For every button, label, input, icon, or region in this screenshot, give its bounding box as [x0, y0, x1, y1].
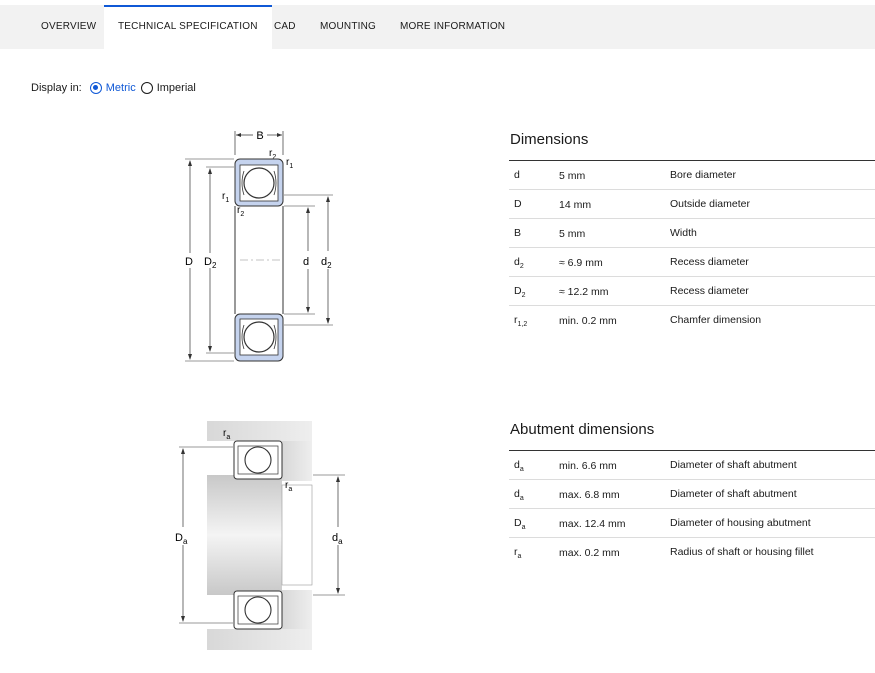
tab-overview[interactable]: Overview — [41, 5, 96, 49]
row-description: Recess diameter — [670, 285, 749, 297]
dim-label-D: D — [185, 256, 193, 268]
tab-more-information[interactable]: More information — [400, 5, 505, 49]
dimensions-table: d 5 mm Bore diameter D 14 mm Outside dia… — [509, 160, 875, 335]
abutment-dimensions-table: da min. 6.6 mm Diameter of shaft abutmen… — [509, 450, 875, 567]
abutment-dimensions-title: Abutment dimensions — [510, 421, 655, 438]
dim-label-r1-left: r1 — [222, 191, 229, 204]
table-row: d2 ≈ 6.9 mm Recess diameter — [509, 248, 875, 277]
metric-radio-label: Metric — [105, 82, 136, 94]
row-value: ≈ 6.9 mm — [559, 257, 603, 269]
row-description: Recess diameter — [670, 256, 749, 268]
tab-bar: Overview Technical specification CAD Mou… — [0, 5, 875, 49]
row-symbol: d2 — [514, 256, 524, 271]
row-symbol: ra — [514, 546, 522, 561]
row-symbol: d — [514, 169, 520, 181]
dim-label-D2: D2 — [204, 256, 217, 270]
dim-label-da: da — [332, 532, 343, 546]
row-description: Radius of shaft or housing fillet — [670, 546, 814, 558]
dimensions-title: Dimensions — [510, 131, 589, 148]
dim-label-r2-inner: r2 — [237, 205, 244, 218]
row-value: min. 0.2 mm — [559, 315, 617, 327]
row-description: Diameter of shaft abutment — [670, 488, 797, 500]
metric-radio[interactable]: Metric — [89, 82, 136, 94]
table-row: d 5 mm Bore diameter — [509, 161, 875, 190]
radio-circle-icon — [89, 82, 102, 94]
row-symbol: r1,2 — [514, 314, 528, 329]
imperial-radio[interactable]: Imperial — [140, 82, 196, 94]
row-value: max. 6.8 mm — [559, 489, 620, 501]
row-symbol: B — [514, 227, 522, 239]
tab-mounting[interactable]: Mounting — [320, 5, 376, 49]
display-in-label: Display in: — [31, 82, 82, 94]
row-value: max. 12.4 mm — [559, 518, 626, 530]
table-row: da min. 6.6 mm Diameter of shaft abutmen… — [509, 451, 875, 480]
table-row: Da max. 12.4 mm Diameter of housing abut… — [509, 509, 875, 538]
row-value: ≈ 12.2 mm — [559, 286, 609, 298]
tab-cad[interactable]: CAD — [274, 5, 296, 49]
imperial-radio-label: Imperial — [156, 82, 196, 94]
table-row: r1,2 min. 0.2 mm Chamfer dimension — [509, 306, 875, 335]
row-description: Bore diameter — [670, 169, 736, 181]
table-row: D 14 mm Outside diameter — [509, 190, 875, 219]
dim-label-d: d — [303, 256, 309, 268]
row-description: Chamfer dimension — [670, 314, 762, 326]
row-symbol: da — [514, 459, 524, 474]
row-value: max. 0.2 mm — [559, 547, 620, 559]
row-description: Diameter of housing abutment — [670, 517, 811, 529]
row-description: Outside diameter — [670, 198, 750, 210]
row-value: 14 mm — [559, 199, 592, 211]
row-symbol: da — [514, 488, 524, 503]
row-value: 5 mm — [559, 170, 586, 182]
dim-label-r1-top: r1 — [286, 157, 293, 170]
table-row: da max. 6.8 mm Diameter of shaft abutmen… — [509, 480, 875, 509]
radio-circle-icon — [140, 82, 153, 94]
bearing-dimensions-drawing: B r2 r1 r1 r2 D D2 d d2 — [170, 125, 360, 365]
row-value: 5 mm — [559, 228, 586, 240]
row-symbol: Da — [514, 517, 526, 532]
dim-label-B: B — [256, 130, 263, 142]
table-row: ra max. 0.2 mm Radius of shaft or housin… — [509, 538, 875, 567]
tab-technical-specification[interactable]: Technical specification — [104, 5, 272, 49]
row-description: Width — [670, 227, 697, 239]
display-units-selector: Display in: Metric Imperial — [31, 82, 201, 94]
abutment-dimensions-drawing: ra ra Da da — [165, 415, 365, 655]
row-value: min. 6.6 mm — [559, 460, 617, 472]
dim-label-d2: d2 — [321, 256, 332, 270]
table-row: B 5 mm Width — [509, 219, 875, 248]
table-row: D2 ≈ 12.2 mm Recess diameter — [509, 277, 875, 306]
row-description: Diameter of shaft abutment — [670, 459, 797, 471]
row-symbol: D — [514, 198, 522, 210]
dim-label-Da: Da — [175, 532, 188, 546]
row-symbol: D2 — [514, 285, 526, 300]
